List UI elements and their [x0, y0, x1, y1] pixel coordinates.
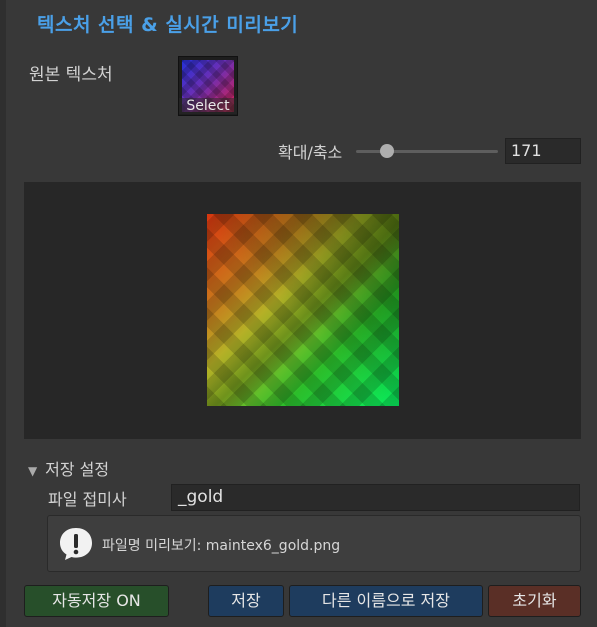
zoom-value-field[interactable]: 171 — [505, 138, 581, 164]
filename-preview-helpbox: 파일명 미리보기: maintex6_gold.png — [47, 515, 581, 572]
window-title: 텍스처 선택 & 실시간 미리보기 — [37, 14, 299, 36]
zoom-slider-thumb[interactable] — [380, 144, 395, 158]
texture-select-button[interactable]: Select — [179, 98, 237, 114]
auto-save-toggle-button[interactable]: 자동저장 ON — [24, 585, 169, 617]
zoom-label: 확대/축소 — [278, 143, 343, 162]
preview-image — [207, 214, 399, 406]
foldout-arrow-icon: ▼ — [28, 464, 38, 478]
file-suffix-label: 파일 접미사 — [48, 490, 127, 509]
save-button[interactable]: 저장 — [208, 585, 284, 617]
save-as-button[interactable]: 다른 이름으로 저장 — [289, 585, 483, 617]
reset-button[interactable]: 초기화 — [488, 585, 581, 617]
source-texture-label: 원본 텍스처 — [29, 65, 113, 85]
save-settings-label: 저장 설정 — [45, 460, 110, 479]
filename-preview-text: 파일명 미리보기: maintex6_gold.png — [102, 538, 341, 554]
window-left-edge — [0, 0, 6, 627]
info-icon — [60, 528, 92, 560]
zoom-slider-track — [356, 150, 498, 153]
preview-area — [24, 182, 581, 439]
file-suffix-input[interactable]: _gold — [171, 484, 580, 511]
source-texture-picker[interactable]: Select — [178, 56, 238, 116]
save-settings-foldout[interactable]: ▼ 저장 설정 — [28, 456, 109, 480]
zoom-slider[interactable] — [356, 141, 498, 161]
